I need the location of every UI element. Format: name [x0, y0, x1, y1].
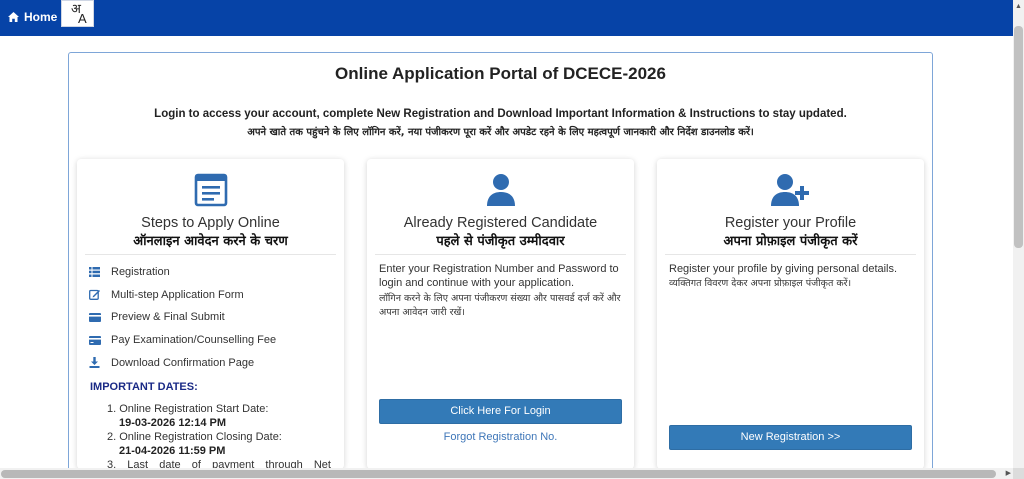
step-label: Preview & Final Submit — [111, 311, 225, 324]
steps-card-title-hindi: ऑनलाइन आवेदन करने के चरण — [133, 234, 288, 249]
login-card-divider — [375, 254, 626, 255]
language-toggle-button[interactable]: अ A — [61, 0, 94, 27]
intro-text-english: Login to access your account, complete N… — [154, 108, 847, 120]
important-dates-list: 1. Online Registration Start Date: 19-03… — [107, 402, 331, 472]
login-description-hindi: लॉगिन करने के लिए अपना पंजीकरण संख्या और… — [379, 293, 621, 318]
edit-icon — [89, 289, 111, 301]
step-label: Multi-step Application Form — [111, 288, 244, 301]
date-label: 2. Online Registration Closing Date: — [107, 431, 282, 443]
register-description-hindi: व्यक्तिगत विवरण देकर अपना प्रोफ़ाइल पंजी… — [669, 278, 852, 289]
add-user-icon — [657, 173, 924, 212]
step-label: Download Confirmation Page — [111, 356, 255, 369]
important-dates-heading: IMPORTANT DATES: — [90, 381, 198, 393]
scrollbar-corner — [1013, 468, 1024, 479]
scroll-up-arrow-icon[interactable]: ▲ — [1015, 3, 1022, 10]
date-label: 1. Online Registration Start Date: — [107, 403, 269, 415]
login-card: Already Registered Candidate पहले से पंज… — [367, 159, 634, 469]
step-label: Pay Examination/Counselling Fee — [111, 334, 277, 347]
step-label: Registration — [111, 266, 170, 279]
register-card: Register your Profile अपना प्रोफ़ाइल पंज… — [657, 159, 924, 469]
login-card-title-hindi: पहले से पंजीकृत उम्मीदवार — [436, 234, 565, 249]
language-english-glyph: A — [78, 11, 87, 26]
form-icon — [77, 173, 344, 212]
steps-list: Registration Multi-step Application Form… — [89, 261, 276, 374]
list-icon — [89, 267, 111, 278]
login-button[interactable]: Click Here For Login — [379, 399, 622, 424]
step-item: Multi-step Application Form — [89, 284, 276, 307]
login-card-title: Already Registered Candidate — [403, 215, 598, 231]
portal-panel: Online Application Portal of DCECE-2026 … — [68, 52, 933, 479]
scroll-right-arrow-icon[interactable]: ▶ — [1006, 469, 1011, 477]
date-value: 21-04-2026 11:59 PM — [119, 445, 226, 457]
steps-card-divider — [85, 254, 336, 255]
page-title: Online Application Portal of DCECE-2026 — [335, 64, 666, 83]
credit-card-icon — [89, 335, 111, 345]
new-registration-button[interactable]: New Registration >> — [669, 425, 912, 450]
intro-text-hindi: अपने खाते तक पहुंचने के लिए लॉगिन करें, … — [247, 127, 754, 138]
steps-card-title: Steps to Apply Online — [141, 215, 280, 231]
vertical-scroll-thumb[interactable] — [1014, 26, 1023, 248]
register-card-title-hindi: अपना प्रोफ़ाइल पंजीकृत करें — [723, 234, 858, 249]
step-item: Pay Examination/Counselling Fee — [89, 329, 276, 352]
vertical-scrollbar[interactable]: ▲ — [1013, 0, 1024, 468]
register-card-title: Register your Profile — [724, 215, 857, 231]
step-item: Download Confirmation Page — [89, 351, 276, 374]
home-icon — [8, 12, 19, 22]
register-card-divider — [665, 254, 916, 255]
step-item: Registration — [89, 261, 276, 284]
login-description: Enter your Registration Number and Passw… — [379, 263, 619, 289]
steps-card: Steps to Apply Online ऑनलाइन आवेदन करने … — [77, 159, 344, 472]
step-item: Preview & Final Submit — [89, 306, 276, 329]
card-icon — [89, 312, 111, 322]
download-icon — [89, 357, 111, 369]
horizontal-scroll-thumb[interactable] — [1, 470, 996, 478]
register-description: Register your profile by giving personal… — [669, 263, 898, 275]
home-link[interactable]: Home — [8, 10, 57, 24]
home-label: Home — [24, 10, 58, 24]
user-icon — [367, 173, 634, 212]
horizontal-scrollbar[interactable]: ◀ ▶ — [0, 468, 1013, 479]
forgot-registration-link[interactable]: Forgot Registration No. — [367, 431, 634, 443]
date-value: 19-03-2026 12:14 PM — [119, 417, 227, 429]
top-navbar: Home अ A — [0, 0, 1013, 36]
